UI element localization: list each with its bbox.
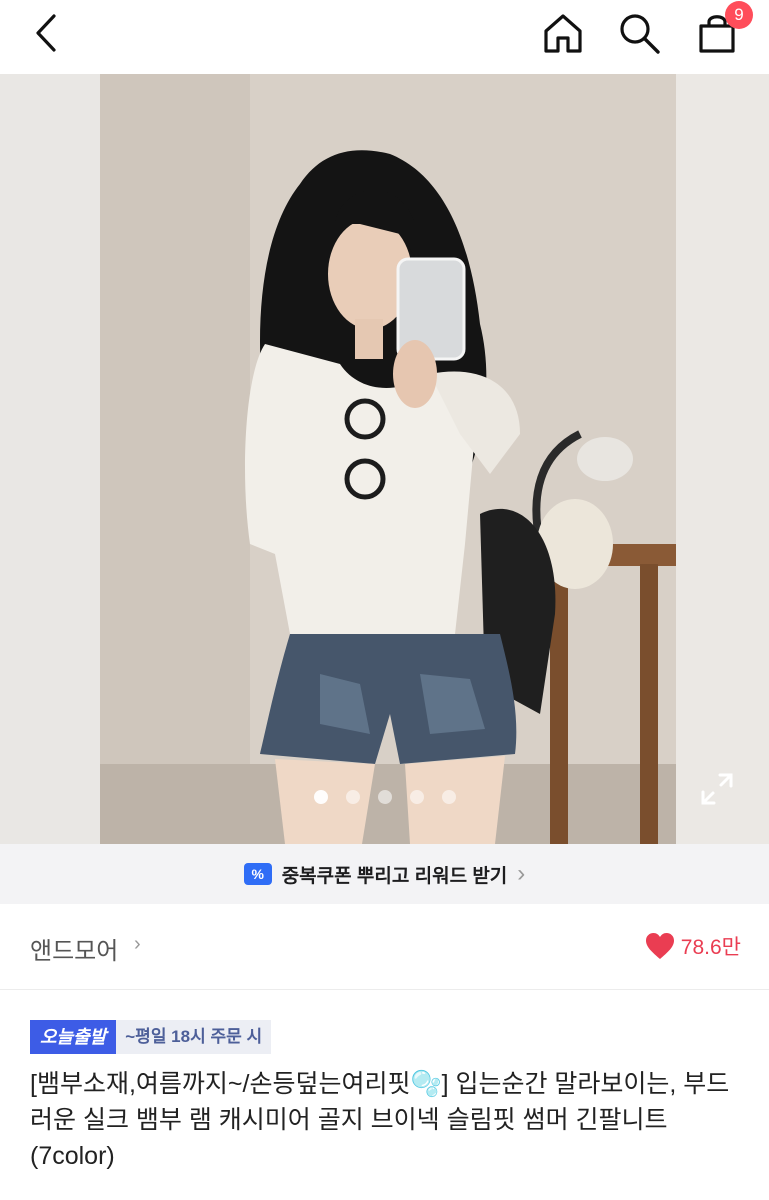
home-icon (544, 14, 582, 53)
chevron-left-icon (36, 14, 56, 52)
cart-count-badge: 9 (725, 1, 753, 29)
product-photo (100, 74, 676, 844)
brand-name-link[interactable]: 앤드모어 (30, 931, 118, 966)
search-icon (620, 14, 660, 54)
gallery-backdrop-right (676, 74, 769, 844)
pagination-dot[interactable] (345, 790, 360, 804)
pagination-dot[interactable] (313, 790, 328, 804)
order-cutoff-badge: ~평일 18시 주문 시 (116, 1020, 272, 1054)
gallery-pagination (0, 790, 769, 804)
home-button[interactable] (536, 6, 590, 60)
product-title: [뱀부소재,여름까지~/손등덮는여리핏🫧] 입는순간 말라보이는, 부드러운 실… (30, 1070, 730, 1170)
coupon-banner-text: 중복쿠폰 뿌리고 리워드 받기 (281, 865, 508, 887)
back-button[interactable] (22, 8, 72, 58)
expand-icon (701, 773, 733, 805)
pagination-dot[interactable] (441, 790, 456, 804)
coupon-icon: % (243, 863, 272, 885)
shipping-badges: 오늘출발 ~평일 18시 주문 시 (30, 1020, 272, 1054)
pagination-dot[interactable] (377, 790, 392, 804)
like-button[interactable]: 78.6만 (645, 931, 741, 961)
heart-icon (645, 933, 674, 959)
chevron-right-icon: › (134, 933, 141, 955)
product-image-gallery[interactable] (0, 74, 769, 844)
pagination-dot[interactable] (409, 790, 424, 804)
brand-row: 앤드모어 › 78.6만 (0, 905, 769, 990)
top-navigation-bar: 9 (0, 0, 769, 74)
chevron-right-icon: › (517, 860, 526, 887)
gallery-backdrop-left (0, 74, 100, 844)
same-day-shipping-badge: 오늘출발 (30, 1020, 117, 1054)
coupon-reward-banner[interactable]: % 중복쿠폰 뿌리고 리워드 받기 › (0, 844, 769, 904)
expand-image-button[interactable] (698, 770, 736, 808)
search-button[interactable] (612, 6, 666, 60)
like-count: 78.6만 (680, 936, 741, 959)
